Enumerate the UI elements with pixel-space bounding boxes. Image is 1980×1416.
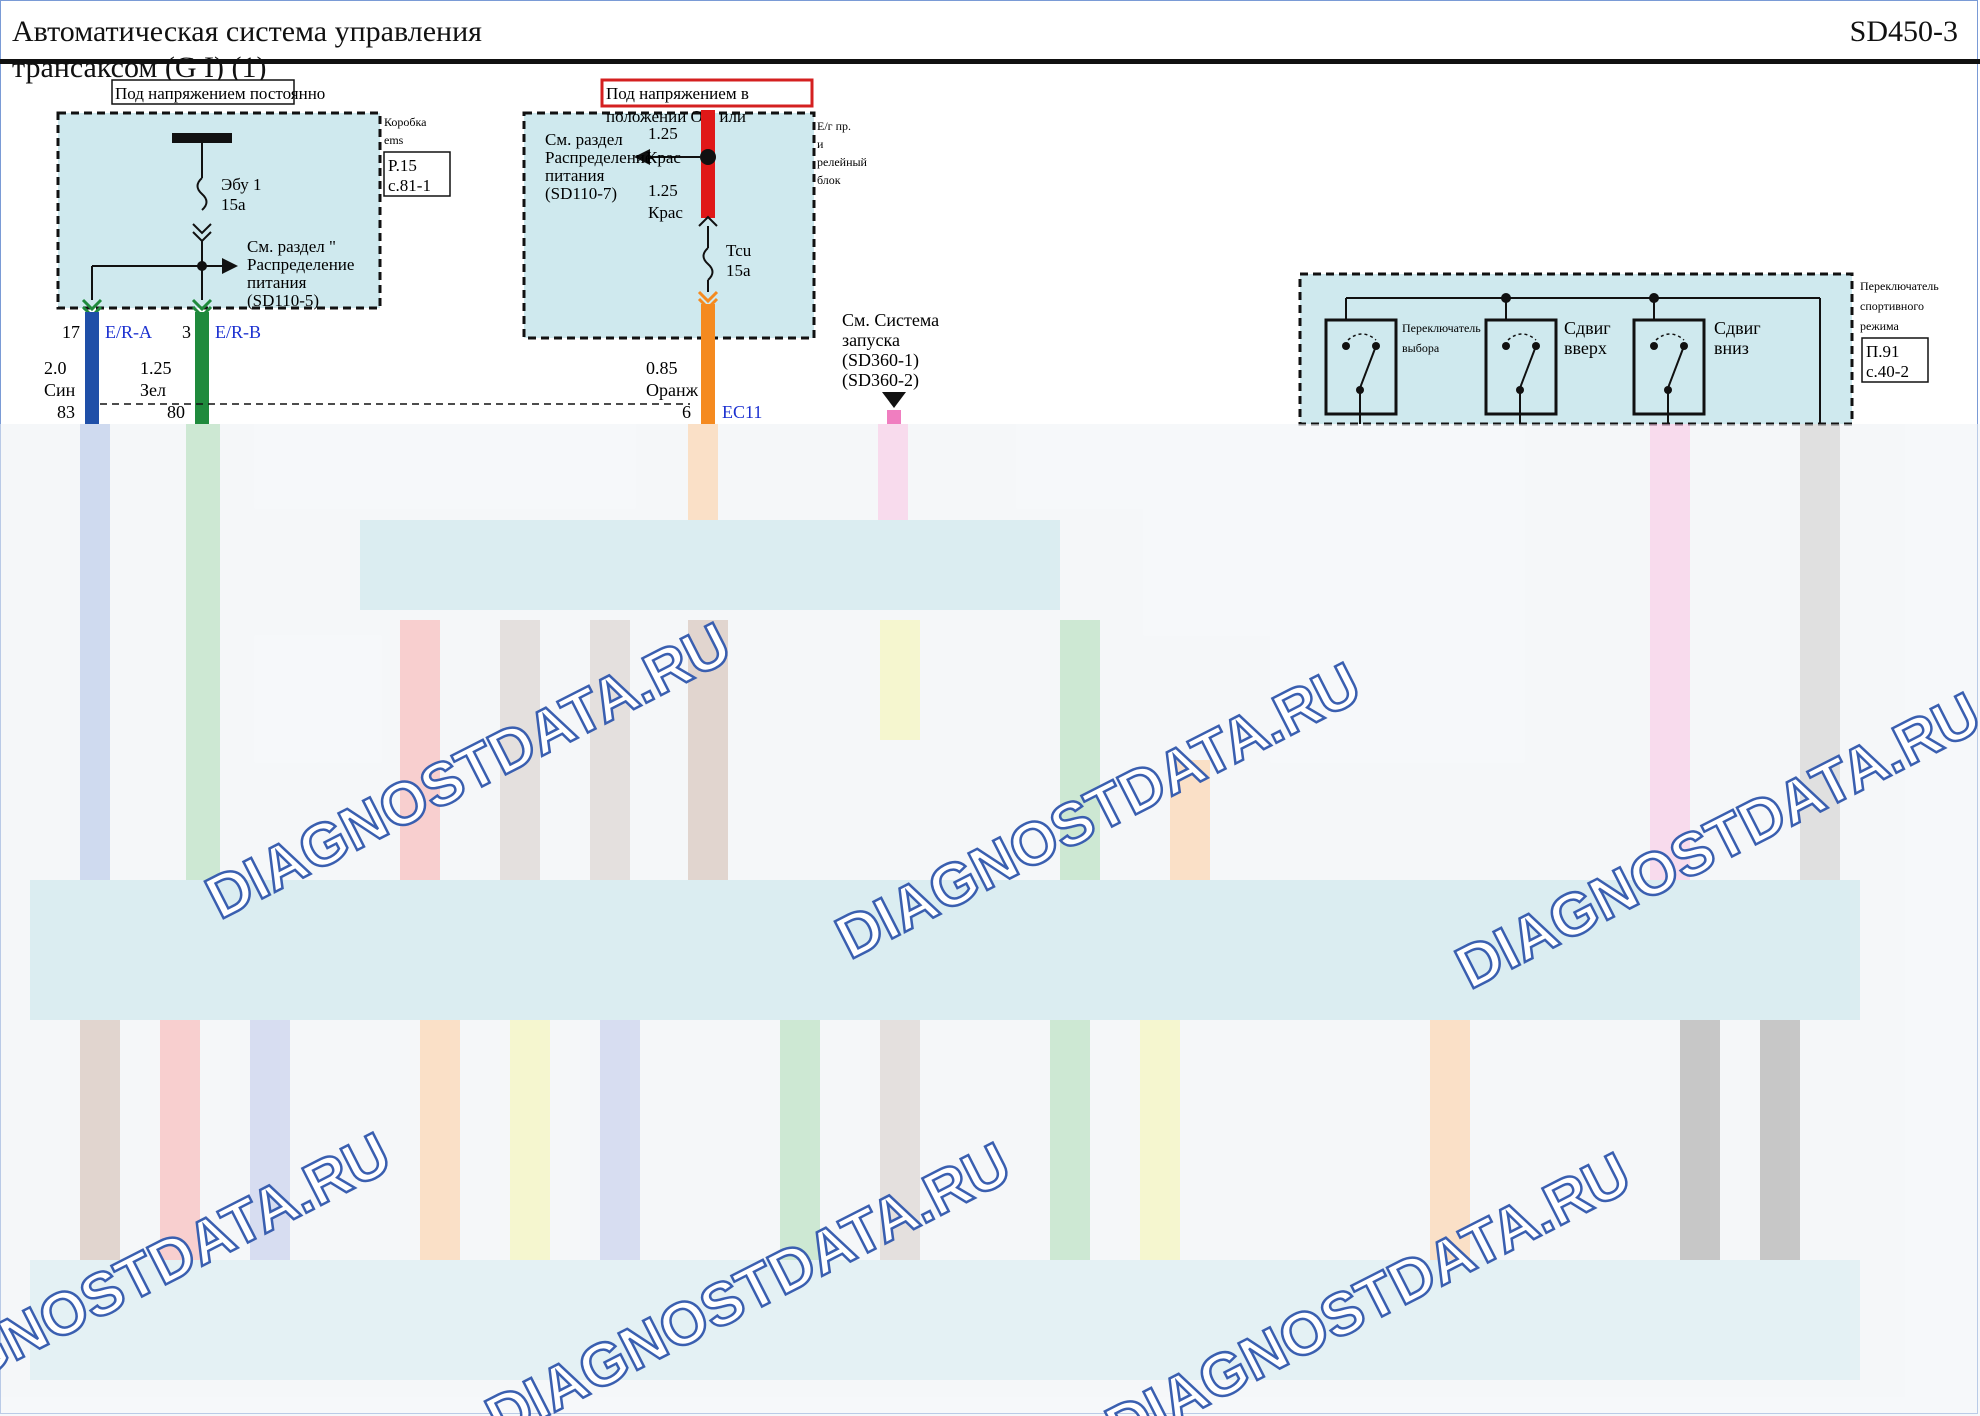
wire-out-size: 0.85 (646, 358, 678, 378)
wiring-diagram: Под напряжением постоянно Эбу 1 15a См. … (0, 78, 1980, 1416)
wire-top-color: Крас (646, 148, 681, 167)
select-switch-icon (1324, 318, 1398, 424)
wire-mid-size: 1.25 (648, 181, 678, 200)
relay-box-label: Е/г пр. и релейный блок (817, 119, 868, 187)
wire-a-pin: 83 (57, 402, 75, 422)
wire-orange (701, 304, 715, 424)
shift-down-switch-icon (1632, 318, 1706, 424)
left-ref-page: P.15 (388, 156, 417, 175)
start-ref-label: См. Система запуска (SD360-1) (SD360-2) (842, 310, 939, 391)
left-ref-sheet: с.81-1 (388, 176, 431, 195)
left-fuse-rating: 15a (221, 195, 246, 214)
wire-a-color: Син (44, 380, 76, 400)
wire-out-color: Оранж (646, 380, 699, 400)
sport-ref-page: П.91 (1866, 342, 1900, 361)
pin-b-label: E/R-B (215, 322, 261, 342)
left-fuse-name: Эбу 1 (221, 175, 261, 194)
sport-ref-sheet: с.40-2 (1866, 362, 1909, 381)
wire-a (85, 312, 99, 424)
wire-out-pin: 6 (682, 402, 691, 422)
wire-b-color: Зел (140, 380, 166, 400)
shift-up-label: Сдвиг вверх (1564, 318, 1611, 358)
connector-label: EC11 (722, 402, 762, 422)
ems-box-label: Коробка ems (384, 115, 427, 147)
middle-fuse-rating: 15a (726, 261, 751, 280)
shift-up-switch-icon (1484, 318, 1558, 424)
start-ref-arrow-icon (882, 392, 906, 408)
pin-a-label: E/R-A (105, 322, 152, 342)
middle-fuse-name: Tcu (726, 241, 752, 260)
pin-a: 17 (62, 322, 80, 342)
wire-top-size: 1.25 (648, 124, 678, 143)
wire-pink (887, 410, 901, 424)
wire-b (195, 312, 209, 424)
middle-junction (700, 149, 716, 165)
left-supply-label: Под напряжением постоянно (115, 84, 325, 103)
left-bus-bar (172, 133, 232, 143)
wire-mid-color: Крас (648, 203, 683, 222)
wire-a-size: 2.0 (44, 358, 67, 378)
blurred-lower-diagram (0, 424, 1980, 1416)
pin-b: 3 (182, 322, 191, 342)
wire-b-pin: 80 (167, 402, 185, 422)
wire-b-size: 1.25 (140, 358, 172, 378)
sport-switch-box-label: Переключатель спортивного режима (1860, 279, 1939, 333)
